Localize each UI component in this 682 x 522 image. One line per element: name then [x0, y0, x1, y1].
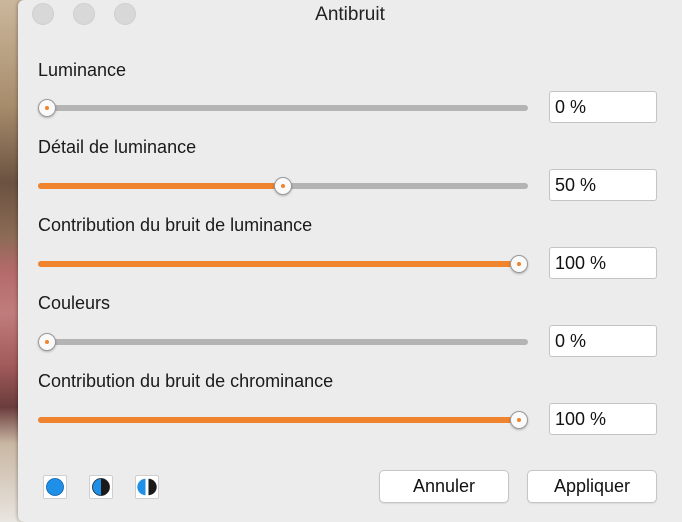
apply-button[interactable]: Appliquer: [527, 470, 657, 503]
slider-fill: [38, 183, 283, 189]
slider-knob[interactable]: [274, 177, 292, 195]
chrominance-noise-contribution-slider[interactable]: [38, 408, 528, 432]
luminance-detail-value-field[interactable]: 50 %: [549, 169, 657, 201]
title-bar: Antibruit: [18, 0, 682, 30]
noise-reduction-dialog: Antibruit Luminance 0 % Détail de lumina…: [18, 0, 682, 522]
full-circle-icon[interactable]: [43, 475, 67, 499]
colors-label: Couleurs: [38, 293, 111, 313]
colors-value-field[interactable]: 0 %: [549, 325, 657, 357]
slider-fill: [38, 417, 519, 423]
luminance-value-field[interactable]: 0 %: [549, 91, 657, 123]
slider-knob[interactable]: [38, 99, 56, 117]
luminance-label: Luminance: [38, 60, 127, 80]
window-title: Antibruit: [315, 4, 385, 25]
luminance-detail-slider[interactable]: [38, 174, 528, 198]
slider-track: [38, 105, 528, 111]
luminance-slider[interactable]: [38, 96, 528, 120]
split-circle-icon[interactable]: [135, 475, 159, 499]
cancel-button[interactable]: Annuler: [379, 470, 509, 503]
luminance-noise-contribution-slider[interactable]: [38, 252, 528, 276]
luminance-noise-contribution-label: Contribution du bruit de luminance: [38, 215, 313, 235]
half-circle-icon[interactable]: [89, 475, 113, 499]
slider-knob[interactable]: [38, 333, 56, 351]
luminance-noise-contribution-value-field[interactable]: 100 %: [549, 247, 657, 279]
slider-fill: [38, 261, 519, 267]
chrominance-noise-contribution-value-field[interactable]: 100 %: [549, 403, 657, 435]
colors-slider[interactable]: [38, 330, 528, 354]
slider-track: [38, 339, 528, 345]
slider-knob[interactable]: [510, 411, 528, 429]
luminance-detail-label: Détail de luminance: [38, 137, 197, 157]
slider-knob[interactable]: [510, 255, 528, 273]
chrominance-noise-contribution-label: Contribution du bruit de chrominance: [38, 371, 334, 391]
